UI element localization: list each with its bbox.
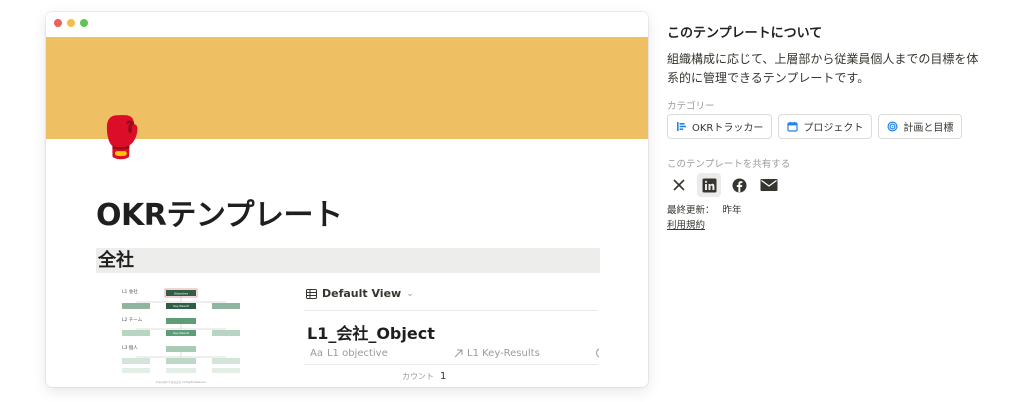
diagram-node xyxy=(122,358,150,364)
row-count: カウント 1 xyxy=(402,371,446,382)
database-view-name: Default View xyxy=(322,287,402,300)
diagram-node xyxy=(122,368,150,373)
template-preview-window: 🥊 OKRテンプレート 全社 L1 会社 Objective Key Resul… xyxy=(46,12,648,387)
property-label: L1 objective xyxy=(326,348,388,359)
diagram-node xyxy=(212,330,240,336)
diagram-node-label: Objective xyxy=(174,292,188,296)
property-header-l1-objective[interactable]: Aa L1 objective xyxy=(310,348,388,359)
share-label: このテンプレートを共有する xyxy=(667,159,791,170)
terms-of-use-link[interactable]: 利用規約 xyxy=(667,217,705,231)
diagram-node xyxy=(166,358,196,364)
window-titlebar xyxy=(46,12,648,37)
category-label: カテゴリー xyxy=(667,101,715,112)
count-value: 1 xyxy=(440,371,447,382)
diagram-level-label: L1 会社 xyxy=(122,288,138,295)
diagram-node xyxy=(166,368,196,373)
diagram-node xyxy=(166,346,196,352)
database-view-switcher[interactable]: Default View ⌄ xyxy=(306,287,414,300)
sidebar-heading: このテンプレートについて xyxy=(667,26,823,41)
diagram-node xyxy=(166,318,196,324)
page-title: OKRテンプレート xyxy=(96,198,343,233)
text-aa-icon: Aa xyxy=(310,348,323,359)
category-chip-planning-goals[interactable]: 計画と目標 xyxy=(878,114,963,139)
diagram-node xyxy=(212,303,240,309)
divider xyxy=(304,364,598,365)
linkedin-icon xyxy=(702,178,716,192)
category-chip-label: OKRトラッカー xyxy=(692,123,764,134)
table-icon xyxy=(306,288,317,299)
property-header-l1-key-results[interactable]: L1 Key-Results xyxy=(454,348,540,359)
property-header-truncated xyxy=(594,348,600,358)
chevron-down-icon: ⌄ xyxy=(406,288,414,299)
okr-org-diagram: L1 会社 Objective Key Result L2 チーム Key Re… xyxy=(122,288,240,384)
share-facebook-button[interactable] xyxy=(727,173,751,197)
diagram-footer: Copyright © 株式会社. All Rights Reserved. xyxy=(156,380,207,384)
boxing-glove-icon: 🥊 xyxy=(96,115,146,161)
last-updated-value: 昨年 xyxy=(722,205,742,216)
share-buttons xyxy=(667,173,781,197)
category-chip-project[interactable]: プロジェクト xyxy=(778,114,873,139)
window-close-dot xyxy=(54,19,62,27)
facebook-icon xyxy=(732,178,746,192)
diagram-node xyxy=(212,368,240,373)
category-chip-label: プロジェクト xyxy=(803,123,864,134)
calendar-icon xyxy=(787,121,798,132)
mail-icon xyxy=(760,179,778,191)
last-updated: 最終更新： 昨年 xyxy=(667,202,742,216)
template-description: 組織構成に応じて、上層部から従業員個人までの目標を体系的に管理できるテンプレート… xyxy=(667,52,979,85)
divider xyxy=(304,310,598,311)
count-label: カウント xyxy=(402,372,434,381)
window-maximize-dot xyxy=(80,19,88,27)
relation-arrow-icon xyxy=(454,349,463,358)
section-heading: 全社 xyxy=(96,248,600,273)
property-label: L1 Key-Results xyxy=(467,348,540,359)
last-updated-label: 最終更新： xyxy=(667,205,715,216)
diagram-node-label: Key Result xyxy=(173,331,189,335)
category-chip-label: 計画と目標 xyxy=(903,123,954,134)
diagram-node xyxy=(212,358,240,364)
clipped-property-icon xyxy=(596,348,600,358)
diagram-node xyxy=(122,303,150,309)
x-twitter-icon xyxy=(673,179,685,191)
category-chips: OKRトラッカー プロジェクト 計画と目標 xyxy=(667,114,963,139)
share-email-button[interactable] xyxy=(757,173,781,197)
share-linkedin-button[interactable] xyxy=(697,173,721,197)
target-icon xyxy=(887,121,898,132)
category-chip-okr-tracker[interactable]: OKRトラッカー xyxy=(667,114,773,139)
diagram-node-label: Key Result xyxy=(173,304,189,308)
window-minimize-dot xyxy=(67,19,75,27)
diagram-level-label: L2 チーム xyxy=(122,317,143,323)
database-title: L1_会社_Object xyxy=(307,324,435,343)
diagram-level-label: L3 個人 xyxy=(122,344,138,351)
diagram-node xyxy=(122,330,150,336)
okr-tracker-icon xyxy=(677,122,686,131)
share-x-button[interactable] xyxy=(667,173,691,197)
